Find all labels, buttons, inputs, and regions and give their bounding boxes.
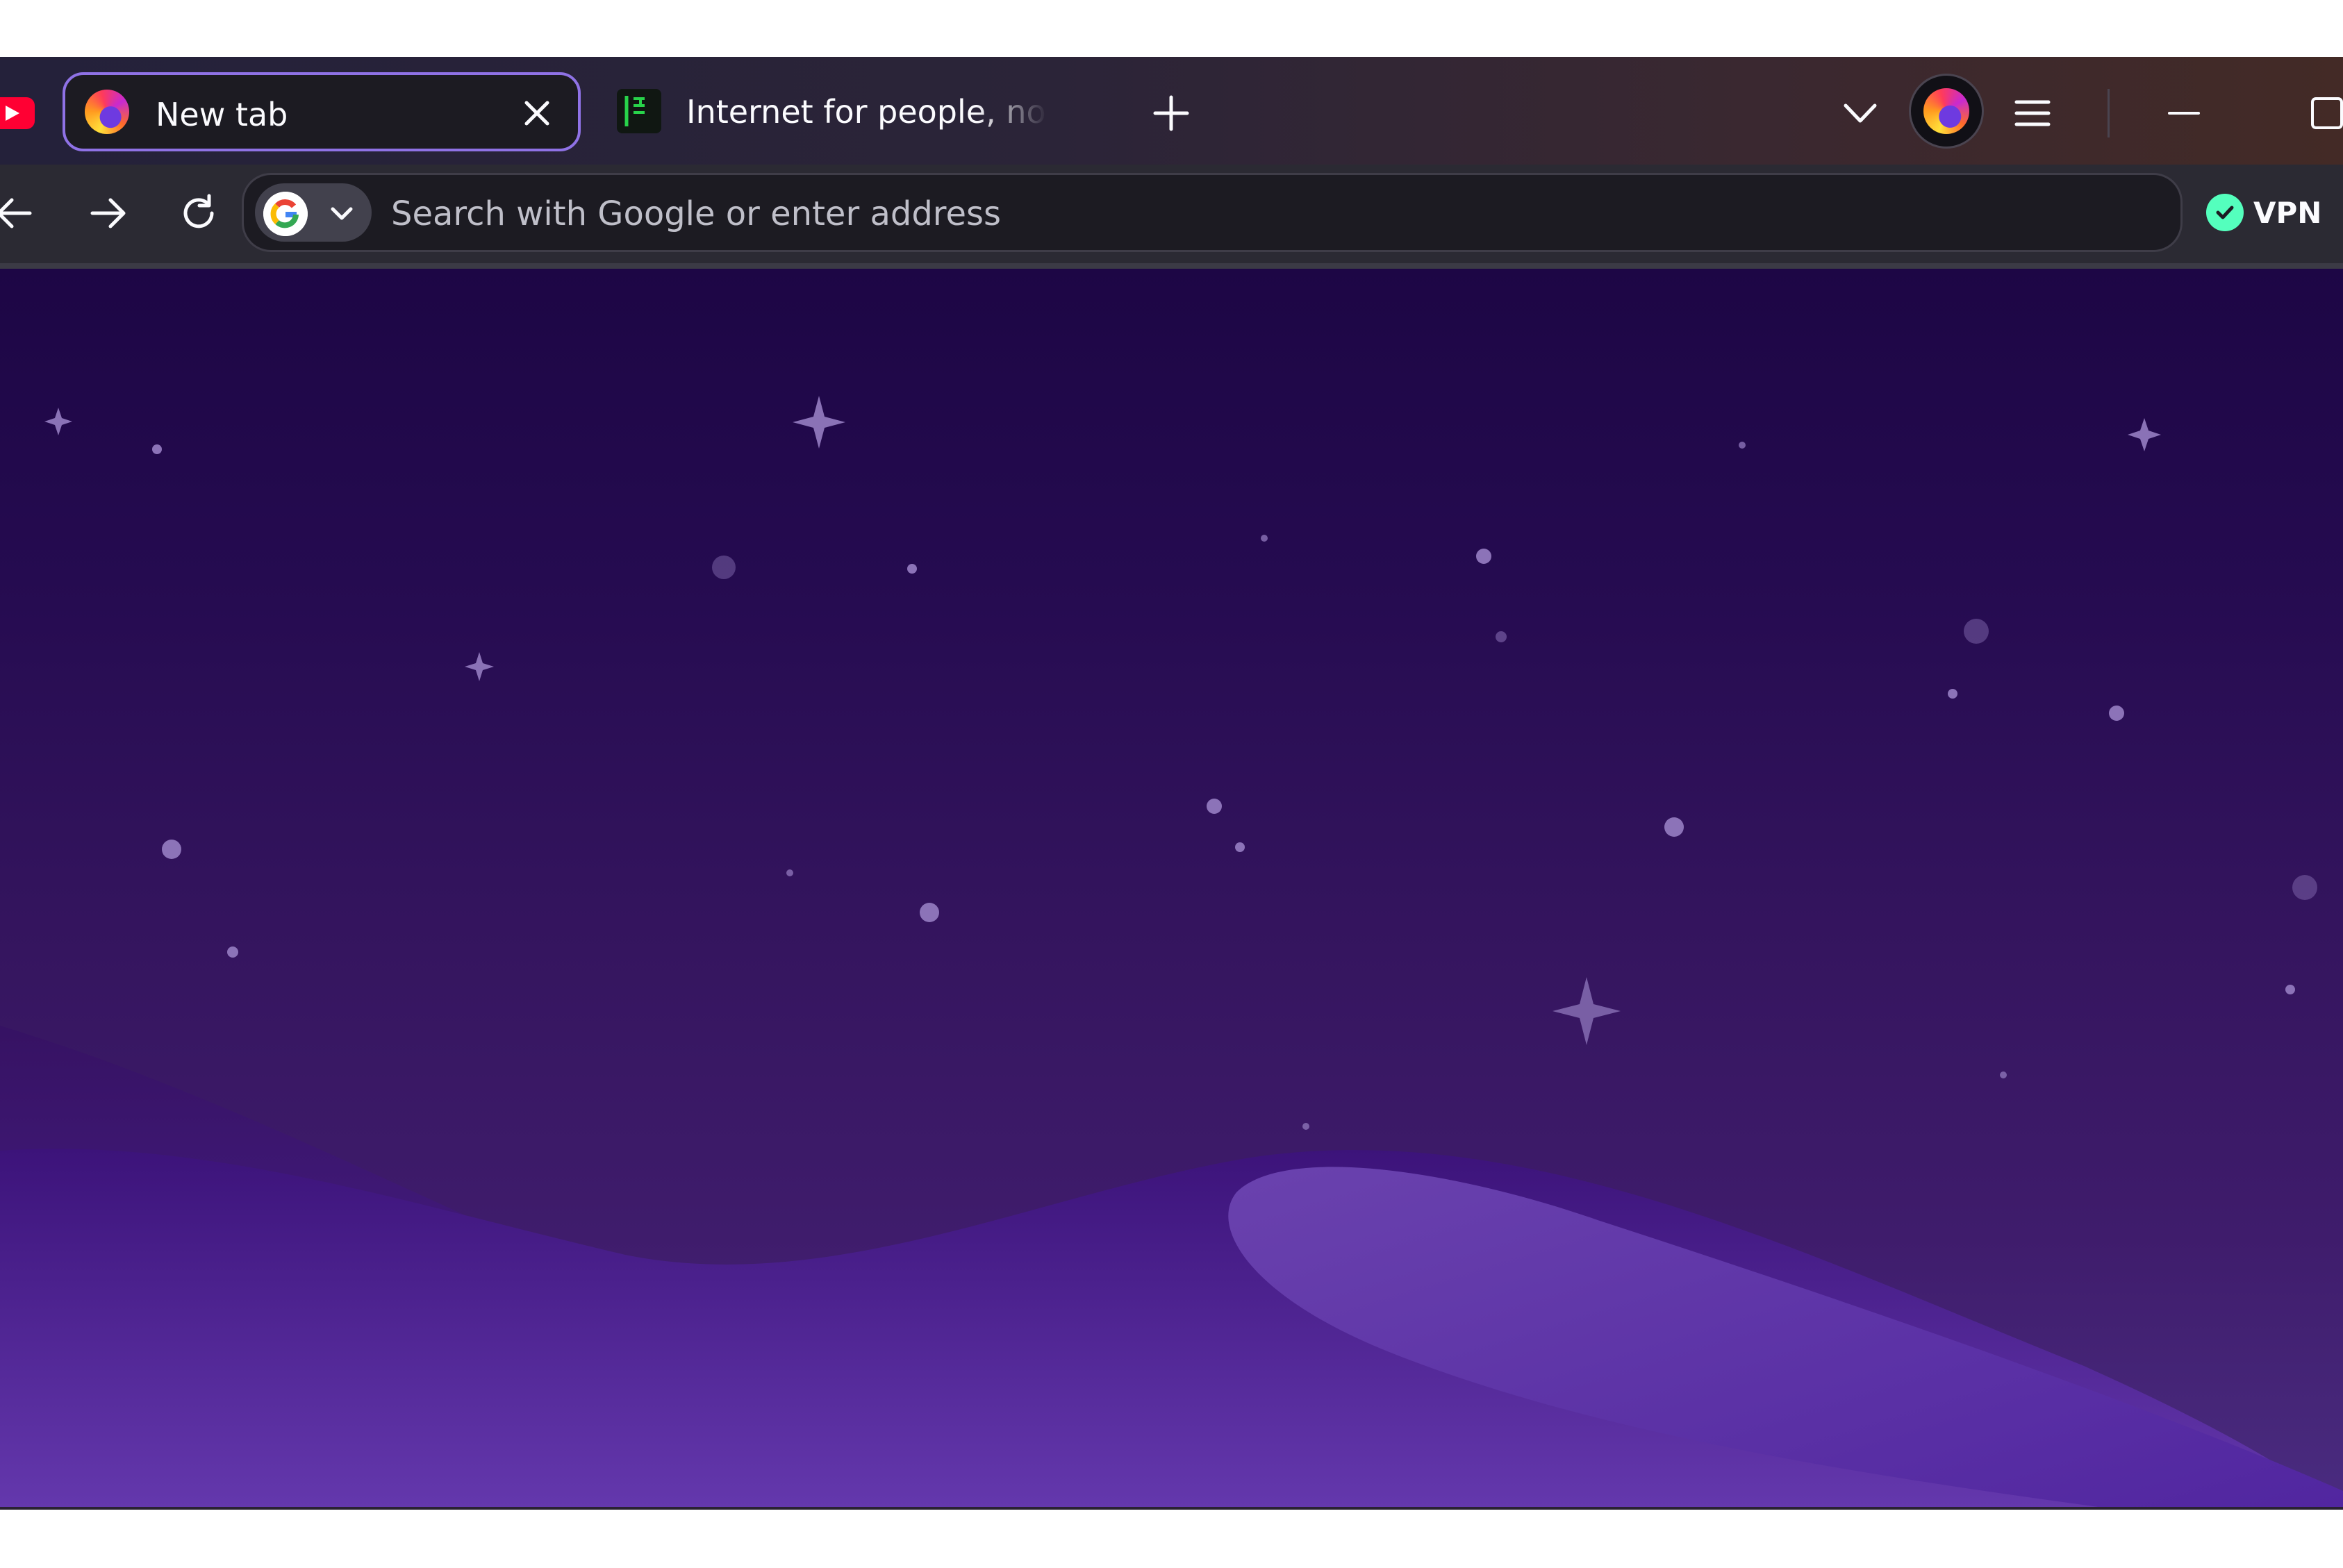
google-icon <box>263 192 308 236</box>
arrow-right-icon <box>90 198 126 228</box>
hamburger-menu-icon <box>2014 100 2051 126</box>
firefox-icon <box>1923 88 1969 134</box>
minimize-button[interactable] <box>2149 83 2219 143</box>
search-input[interactable] <box>390 187 2140 240</box>
plus-icon <box>1153 95 1189 131</box>
night-sky-wallpaper <box>0 396 2343 1510</box>
checkmark-icon <box>2206 194 2244 231</box>
tab-label: Internet for people, no <box>686 93 1046 131</box>
youtube-icon[interactable] <box>0 97 35 129</box>
chevron-down-icon <box>331 207 353 220</box>
maximize-icon <box>2311 97 2343 129</box>
new-tab-page <box>0 269 2343 1510</box>
vpn-label: VPN <box>2253 195 2322 230</box>
firefox-icon <box>85 90 129 134</box>
back-button[interactable] <box>0 178 49 248</box>
toolbar-divider <box>0 263 2343 269</box>
reload-icon <box>183 194 214 228</box>
list-all-tabs-button[interactable] <box>1825 83 1895 143</box>
new-tab-button[interactable] <box>1136 83 1206 143</box>
forward-button[interactable] <box>74 178 143 248</box>
minimize-icon <box>2168 112 2200 115</box>
reload-button[interactable] <box>164 178 233 248</box>
navigation-toolbar: VPN <box>0 165 2343 263</box>
tab-strip: New tab Internet for people, no <box>0 57 2343 165</box>
chevron-down-icon <box>1844 103 1877 123</box>
toolbar-separator <box>2108 89 2110 137</box>
maximize-button[interactable] <box>2292 83 2343 143</box>
vpn-button[interactable]: VPN <box>2206 188 2321 237</box>
tab-new-tab[interactable]: New tab <box>63 72 581 151</box>
window-bottom-border <box>0 1507 2343 1510</box>
firefox-account-button[interactable] <box>1909 74 1984 149</box>
browser-window: New tab Internet for people, no Search w… <box>0 57 2343 1510</box>
site-flag-icon <box>617 89 661 133</box>
tab-internet-for-people[interactable]: Internet for people, no <box>602 72 1074 151</box>
close-icon[interactable] <box>517 93 557 133</box>
tab-label: New tab <box>156 96 288 133</box>
address-bar[interactable] <box>242 173 2183 252</box>
search-engine-button[interactable] <box>255 183 372 242</box>
arrow-left-icon <box>0 198 32 228</box>
stars <box>152 442 2317 1130</box>
sparkles <box>44 396 2161 1045</box>
application-menu-button[interactable] <box>1998 83 2067 143</box>
